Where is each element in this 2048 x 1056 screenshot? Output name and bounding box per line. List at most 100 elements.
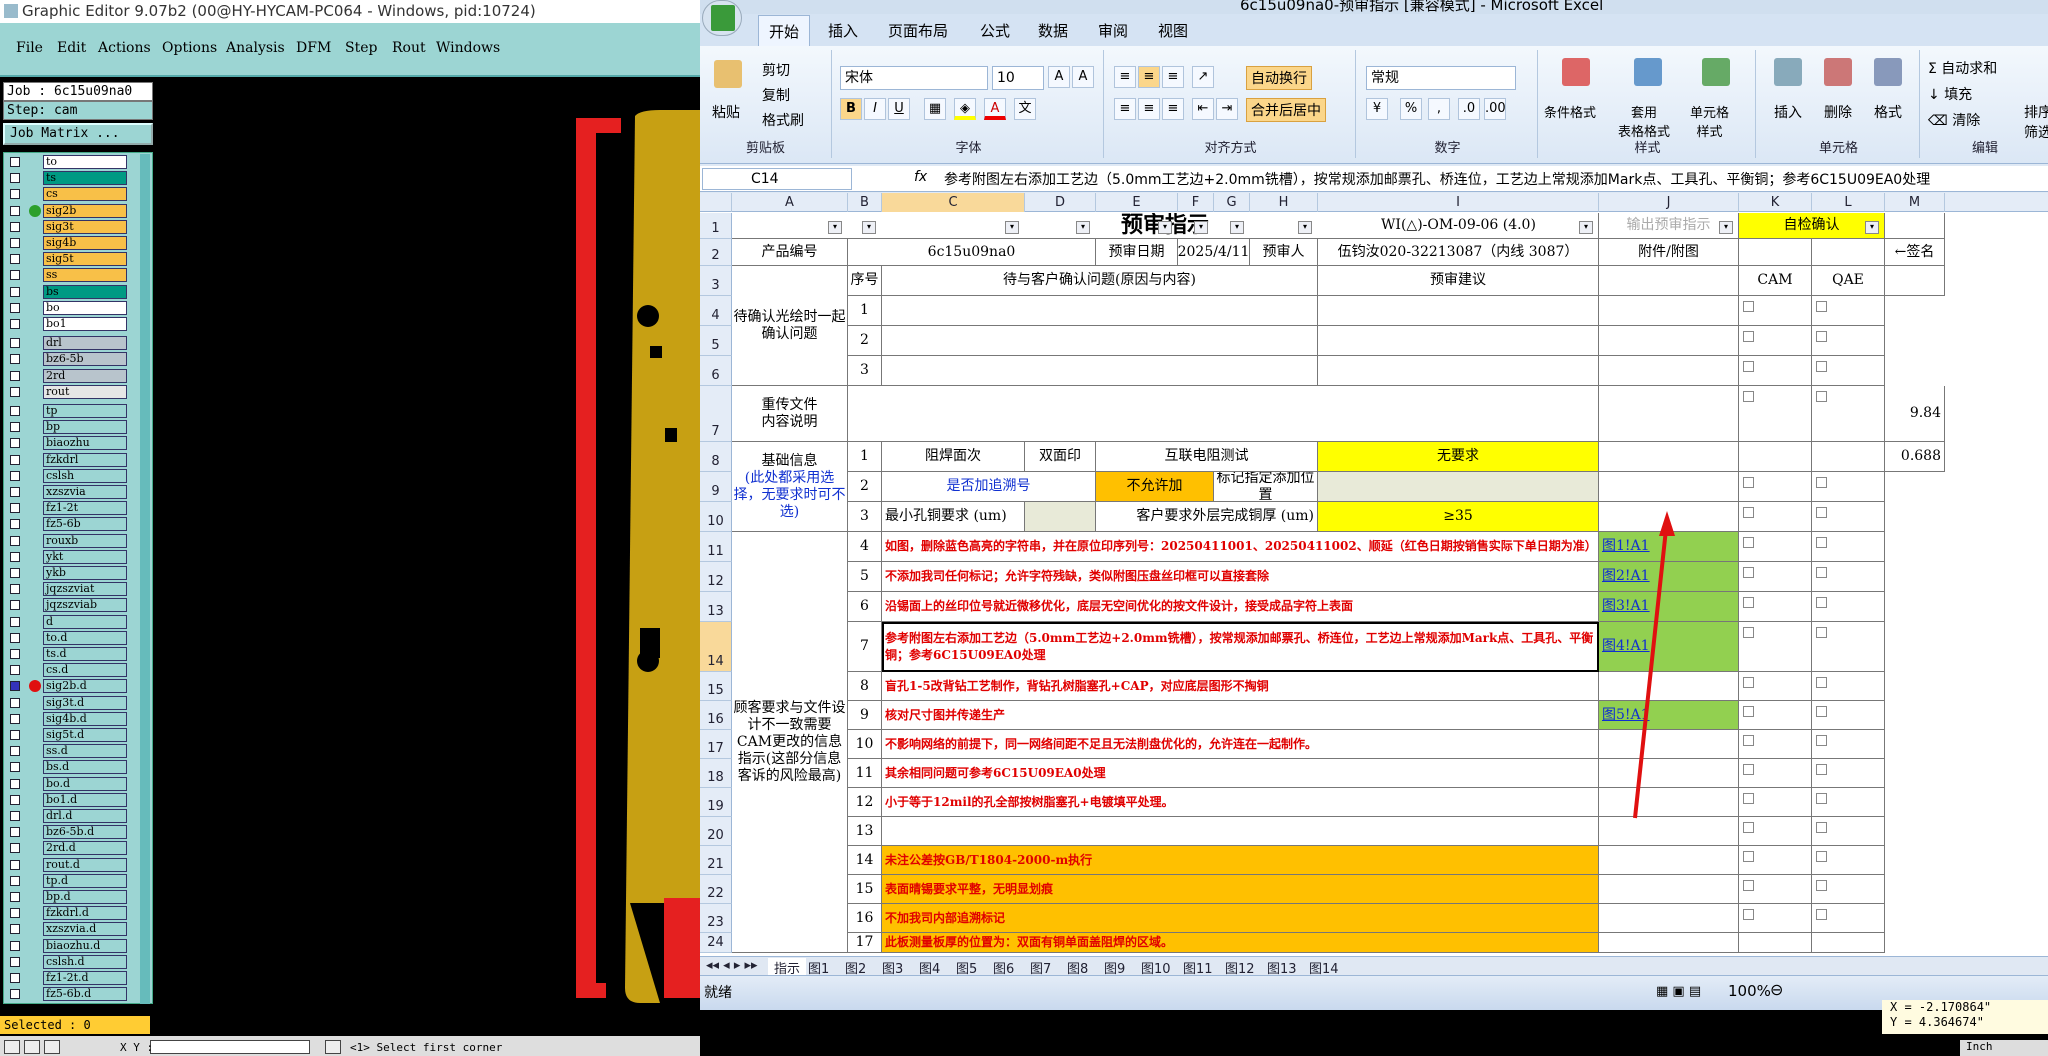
layer-row[interactable]: ss.d (4, 743, 144, 759)
layer-row[interactable]: bp.d (4, 889, 144, 905)
layer-row[interactable]: xzszvia (4, 484, 144, 500)
layer-row[interactable]: biaozhu.d (4, 938, 144, 954)
layer-row[interactable]: fz1-2t (4, 500, 144, 516)
align-bottom-icon[interactable]: ≡ (1162, 66, 1184, 88)
layer-name[interactable]: bs (43, 284, 127, 299)
layer-name[interactable]: to (43, 155, 127, 169)
fill-button[interactable]: ↓ 填充 (1928, 84, 1972, 104)
layer-name[interactable]: bo1 (43, 317, 127, 331)
cut-button[interactable]: 剪切 (762, 60, 790, 80)
layer-row[interactable]: rouxb.d (4, 1002, 144, 1003)
layer-row[interactable]: sig5t.d (4, 727, 144, 743)
layer-checkbox[interactable] (10, 859, 20, 870)
layer-checkbox[interactable] (10, 286, 20, 297)
layer-row[interactable]: fz5-6b (4, 516, 144, 532)
layer-row[interactable]: sig3t (4, 219, 144, 235)
layer-row[interactable]: fz1-2t.d (4, 970, 144, 986)
layer-row[interactable]: sig2b (4, 203, 144, 219)
layer-row[interactable]: sig4b (4, 235, 144, 251)
increase-decimal-icon[interactable]: .0 (1458, 98, 1480, 120)
layer-row[interactable]: bo (4, 300, 144, 316)
sort-filter-button[interactable]: 排序 筛选 (2024, 102, 2048, 142)
tool-button[interactable] (325, 1040, 341, 1054)
layer-name[interactable]: tp.d (43, 873, 127, 888)
layer-checkbox[interactable] (10, 254, 20, 265)
layer-checkbox[interactable] (10, 713, 20, 724)
layer-checkbox[interactable] (10, 778, 20, 789)
menu-analysis[interactable]: Analysis (226, 40, 285, 56)
layer-checkbox[interactable] (10, 422, 20, 433)
layer-row[interactable]: bz6-5b (4, 351, 144, 367)
layer-row[interactable]: sig5t (4, 251, 144, 267)
layer-checkbox[interactable] (10, 551, 20, 562)
layer-name[interactable]: bs.d (43, 760, 127, 775)
layer-name[interactable]: sig2b.d (43, 679, 127, 694)
sheet-tab[interactable]: 图14 (1309, 958, 1339, 975)
layer-checkbox[interactable] (10, 956, 20, 967)
layer-name[interactable]: fzkdrl.d (43, 906, 127, 921)
cell-style-button[interactable]: 单元格 样式 (1690, 102, 1729, 140)
layer-name[interactable]: xzszvia (43, 485, 127, 499)
layer-checkbox[interactable] (10, 616, 20, 627)
layer-row[interactable]: jqzszviat (4, 581, 144, 597)
layer-name[interactable]: biaozhu (43, 436, 127, 451)
layer-checkbox[interactable] (10, 794, 20, 805)
layer-checkbox[interactable] (10, 302, 20, 313)
layer-checkbox[interactable] (10, 370, 20, 381)
office-button[interactable] (702, 0, 742, 36)
worksheet-grid[interactable]: ABCDEFGHIJKLM 1 2 3 4 5 6 7 8 9 10 11 12 13 14 15 16 17 1… (700, 193, 2048, 956)
layer-row[interactable]: sig2b.d (4, 678, 144, 694)
italic-icon[interactable]: I (864, 98, 886, 120)
layer-row[interactable]: to (4, 154, 144, 170)
sheet-tab[interactable]: 图13 (1267, 958, 1297, 975)
menu-dfm[interactable]: DFM (296, 40, 331, 56)
layer-checkbox[interactable] (10, 989, 20, 1000)
layer-name[interactable]: rout.d (43, 857, 127, 872)
layer-name[interactable]: bp (43, 420, 127, 435)
tab-review[interactable]: 审阅 (1098, 20, 1128, 41)
font-size-select[interactable]: 10 (992, 66, 1044, 90)
layer-row[interactable]: sig4b.d (4, 711, 144, 727)
menu-edit[interactable]: Edit (57, 40, 86, 56)
layer-row[interactable]: rouxb (4, 533, 144, 549)
layer-checkbox[interactable] (10, 584, 20, 595)
layer-row[interactable]: bo1.d (4, 792, 144, 808)
layer-row[interactable]: xzszvia.d (4, 921, 144, 937)
layer-name[interactable]: sig3t (43, 219, 127, 234)
layer-checkbox[interactable] (10, 205, 20, 216)
coordinate-input[interactable] (150, 1040, 310, 1054)
percent-icon[interactable]: % (1400, 98, 1422, 120)
layer-row[interactable]: biaozhu (4, 435, 144, 451)
sheet-tab[interactable]: 图1 (808, 958, 829, 975)
layer-row[interactable]: drl.d (4, 808, 144, 824)
sheet-tab[interactable]: 图10 (1141, 958, 1171, 975)
layer-checkbox[interactable] (10, 173, 20, 184)
layer-name[interactable]: d (43, 614, 127, 629)
layer-name[interactable]: fz1-2t (43, 501, 127, 516)
layer-name[interactable]: to.d (43, 630, 127, 645)
sheet-nav-icon[interactable]: ◂◂ ◂ ▸ ▸▸ (706, 958, 758, 973)
layer-row[interactable]: cs (4, 186, 144, 202)
layer-checkbox[interactable] (10, 730, 20, 740)
conditional-format-button[interactable]: 条件格式 (1544, 102, 1596, 121)
layer-checkbox[interactable] (10, 697, 20, 708)
layer-name[interactable]: cs (43, 187, 127, 202)
layer-row[interactable]: rout (4, 384, 144, 400)
sheet-tab[interactable]: 指示 (768, 958, 807, 975)
layer-row[interactable]: ykb (4, 565, 144, 581)
layer-row[interactable]: jqzszviab (4, 597, 144, 613)
shrink-font-icon[interactable]: A (1072, 66, 1094, 88)
layer-name[interactable]: sig4b.d (43, 711, 127, 726)
layer-row[interactable]: rout.d (4, 857, 144, 873)
autosum-button[interactable]: Σ 自动求和 (1928, 58, 1997, 78)
layer-checkbox[interactable] (10, 649, 20, 659)
merge-center-button[interactable]: 合并后居中 (1246, 98, 1326, 122)
layer-checkbox[interactable] (10, 487, 20, 497)
phonetic-icon[interactable]: 文 (1014, 98, 1036, 120)
layer-checkbox[interactable] (10, 438, 20, 449)
layer-checkbox[interactable] (10, 519, 20, 530)
layer-name[interactable]: jqzszviab (43, 598, 127, 613)
layer-checkbox[interactable] (10, 454, 20, 465)
layer-name[interactable]: bo.d (43, 776, 127, 791)
layer-checkbox[interactable] (10, 632, 20, 643)
